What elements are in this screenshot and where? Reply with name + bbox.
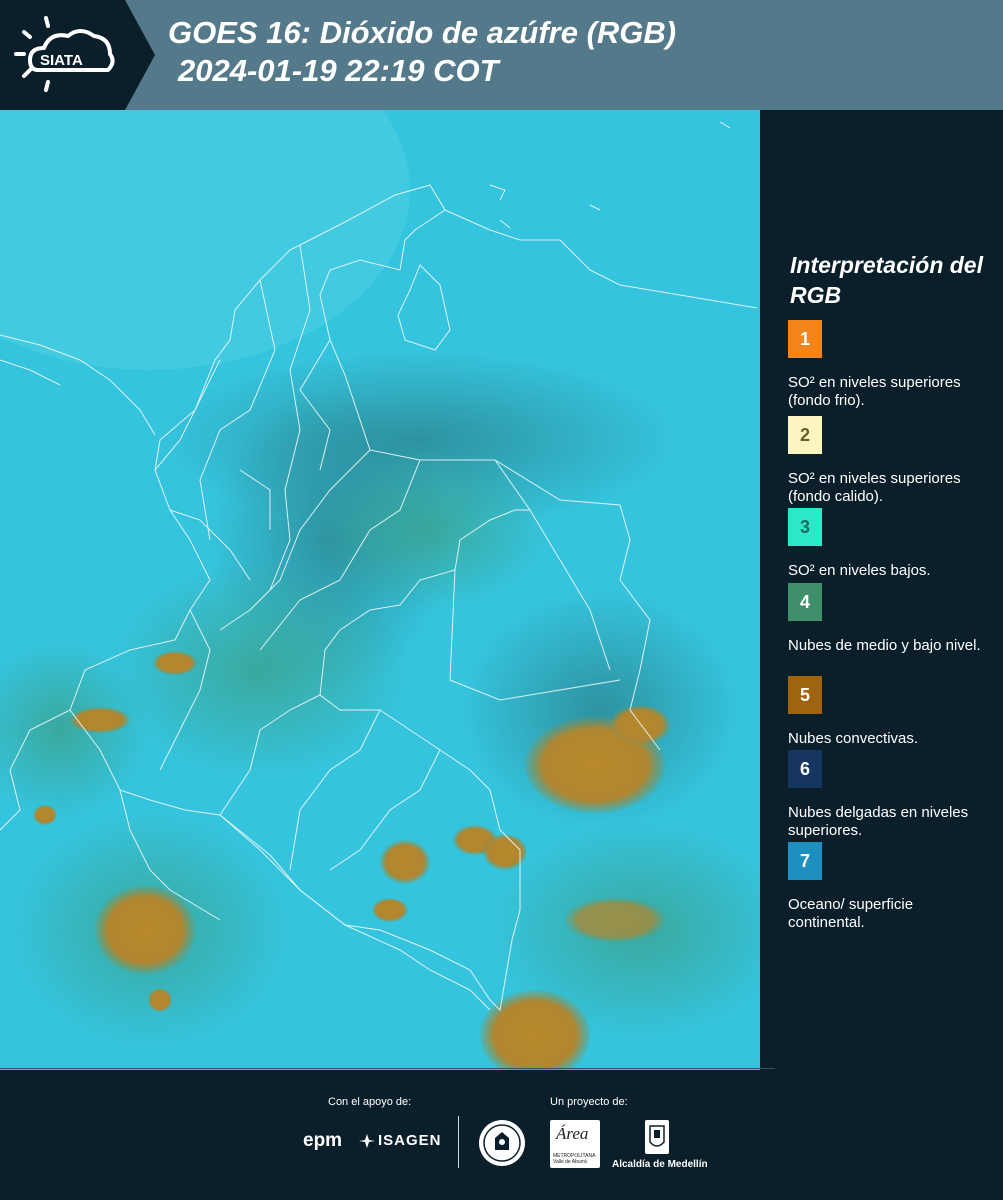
- page-title: GOES 16: Dióxido de azúfre (RGB) 2024-01…: [168, 14, 676, 90]
- legend-label-6: Nubes delgadas en niveles superiores.: [788, 804, 969, 839]
- medellin-seal-icon: [479, 1120, 525, 1166]
- footer: Con el apoyo de: Un proyecto de: epm ISA…: [0, 1068, 1003, 1200]
- siata-logo-text: SIATA: [40, 52, 83, 69]
- legend-label-2: SO² en niveles superiores (fondo calido)…: [788, 470, 961, 505]
- legend-panel: Interpretación del RGB 1 SO² en niveles …: [762, 110, 1003, 1070]
- legend-swatch-1: 1: [788, 320, 822, 358]
- title-line-2: 2024-01-19 22:19 COT: [178, 53, 499, 88]
- satellite-image: [0, 110, 760, 1070]
- area-logo-subtitle: METROPOLITANA Valle de Aburrá: [553, 1153, 596, 1165]
- legend-swatch-4: 4: [788, 583, 822, 621]
- legend-item-3: 3 SO² en niveles bajos.: [788, 508, 993, 580]
- legend-swatch-2: 2: [788, 416, 822, 454]
- logo-block: SIATA: [0, 0, 125, 110]
- epm-logo: epm: [303, 1130, 343, 1151]
- support-label: Con el apoyo de:: [328, 1096, 412, 1108]
- legend-swatch-7: 7: [788, 842, 822, 880]
- legend-label-3: SO² en niveles bajos.: [788, 562, 931, 579]
- legend-item-7: 7 Oceano/ superficie continental.: [788, 842, 993, 932]
- isagen-logo-icon: [359, 1134, 375, 1148]
- siata-logo-icon: SIATA: [14, 16, 115, 92]
- header-bar: SIATA GOES 16: Dióxido de azúfre (RGB) 2…: [0, 0, 1003, 110]
- legend-item-5: 5 Nubes convectivas.: [788, 676, 993, 748]
- isagen-logo: ISAGEN: [378, 1132, 442, 1149]
- legend-swatch-6: 6: [788, 750, 822, 788]
- alcaldia-shield-icon: [645, 1120, 669, 1154]
- title-line-1: GOES 16: Dióxido de azúfre (RGB): [168, 15, 677, 50]
- legend-label-7: Oceano/ superficie continental.: [788, 896, 914, 931]
- logo-arrow: [125, 0, 155, 110]
- legend-item-6: 6 Nubes delgadas en niveles superiores.: [788, 750, 993, 840]
- footer-divider-line: [0, 1068, 775, 1069]
- legend-label-5: Nubes convectivas.: [788, 730, 919, 747]
- footer-vertical-divider: [458, 1116, 459, 1168]
- area-metropolitana-logo: Área METROPOLITANA Valle de Aburrá: [550, 1120, 600, 1168]
- legend-title: Interpretación del RGB: [790, 252, 983, 308]
- legend-swatch-5: 5: [788, 676, 822, 714]
- satellite-map: [0, 110, 760, 1070]
- legend-swatch-3: 3: [788, 508, 822, 546]
- legend-item-2: 2 SO² en niveles superiores (fondo calid…: [788, 416, 993, 506]
- legend-label-4: Nubes de medio y bajo nivel.: [788, 637, 981, 654]
- project-label: Un proyecto de:: [550, 1096, 628, 1108]
- legend-label-1: SO² en niveles superiores (fondo frio).: [788, 374, 961, 409]
- area-logo-name: Área: [556, 1124, 589, 1143]
- legend-item-4: 4 Nubes de medio y bajo nivel.: [788, 583, 993, 655]
- alcaldia-label: Alcaldía de Medellín: [612, 1159, 708, 1170]
- legend-item-1: 1 SO² en niveles superiores (fondo frio)…: [788, 320, 993, 410]
